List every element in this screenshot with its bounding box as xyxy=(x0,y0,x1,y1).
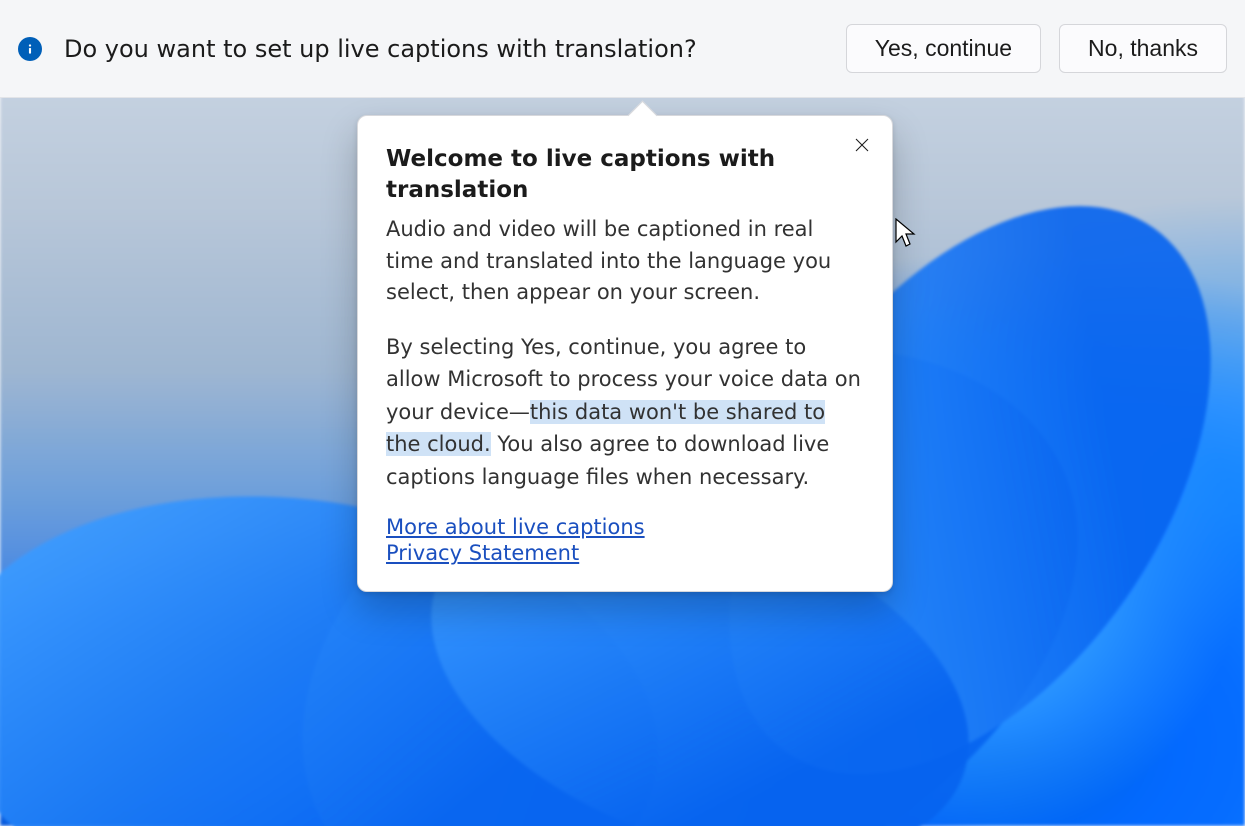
popup-agreement: By selecting Yes, continue, you agree to… xyxy=(386,331,864,494)
welcome-popup: Welcome to live captions with translatio… xyxy=(357,115,893,592)
yes-continue-button[interactable]: Yes, continue xyxy=(846,24,1041,73)
more-about-link[interactable]: More about live captions xyxy=(386,515,645,539)
prompt-text: Do you want to set up live captions with… xyxy=(64,35,697,63)
info-icon xyxy=(18,37,42,61)
close-icon xyxy=(853,136,871,157)
popup-description: Audio and video will be captioned in rea… xyxy=(386,214,864,309)
caption-setup-bar: Do you want to set up live captions with… xyxy=(0,0,1245,98)
no-thanks-button[interactable]: No, thanks xyxy=(1059,24,1227,73)
close-button[interactable] xyxy=(846,130,878,162)
popup-title: Welcome to live captions with translatio… xyxy=(386,144,824,206)
privacy-statement-link[interactable]: Privacy Statement xyxy=(386,541,579,565)
